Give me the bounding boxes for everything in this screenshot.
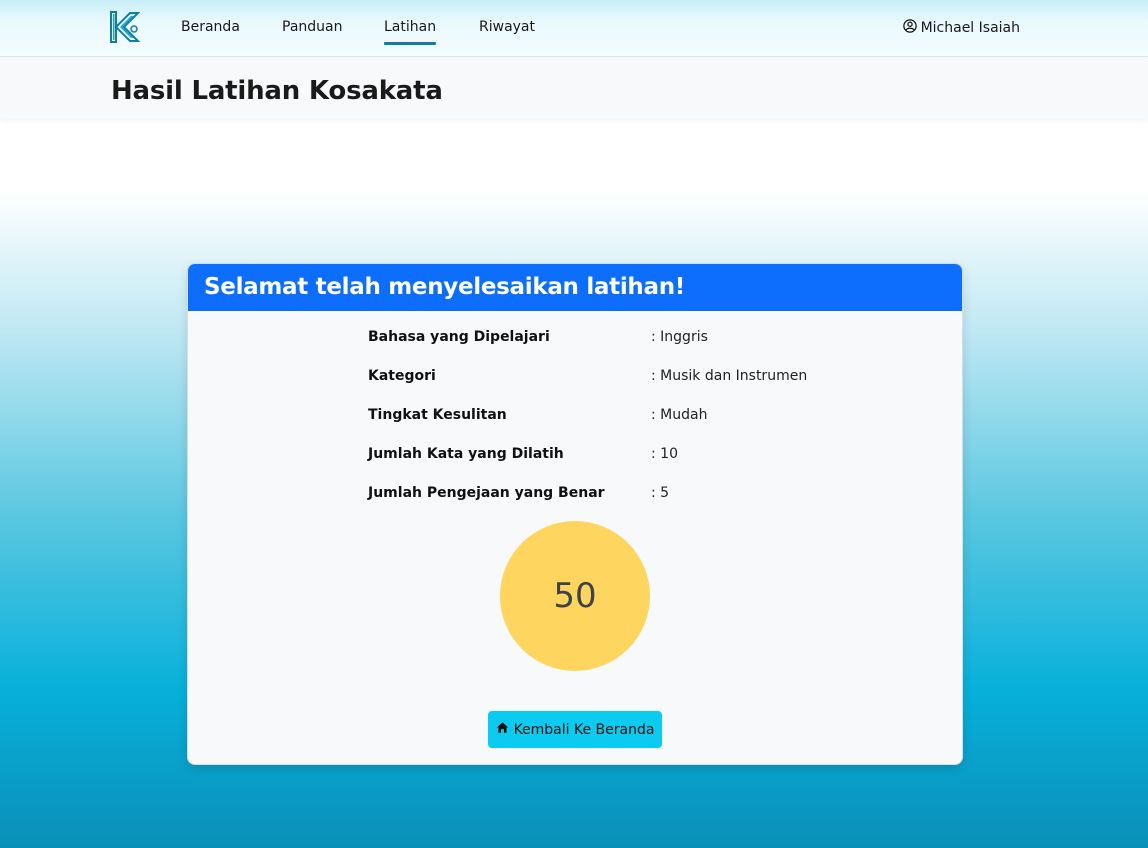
back-to-home-label: Kembali Ke Beranda	[513, 721, 655, 738]
info-value: : 10	[651, 446, 678, 462]
nav-link-latihan[interactable]: Latihan	[384, 19, 437, 45]
info-value: : Musik dan Instrumen	[651, 368, 808, 384]
nav-link-riwayat[interactable]: Riwayat	[479, 19, 535, 36]
navbar: Beranda Panduan Latihan Riwayat Michael …	[0, 0, 1148, 57]
info-label: Jumlah Kata yang Dilatih	[368, 446, 564, 462]
result-card-header: Selamat telah menyelesaikan latihan!	[188, 264, 962, 311]
info-row-bahasa: Bahasa yang Dipelajari : Inggris	[368, 329, 868, 349]
info-row-jumlah-kata: Jumlah Kata yang Dilatih : 10	[368, 446, 868, 466]
info-value: : Mudah	[651, 407, 708, 423]
info-value: : 5	[651, 485, 670, 501]
info-row-kategori: Kategori : Musik dan Instrumen	[368, 368, 868, 388]
user-menu[interactable]: Michael Isaiah	[902, 19, 1020, 38]
score-circle: 50	[500, 521, 650, 671]
home-icon	[496, 721, 509, 738]
user-name: Michael Isaiah	[920, 20, 1020, 36]
info-label: Bahasa yang Dipelajari	[368, 329, 550, 345]
nav-link-beranda[interactable]: Beranda	[181, 19, 240, 36]
user-circle-icon	[902, 19, 917, 38]
k-logo-icon[interactable]	[110, 11, 141, 43]
info-row-jumlah-benar: Jumlah Pengejaan yang Benar : 5	[368, 485, 868, 505]
info-row-tingkat-kesulitan: Tingkat Kesulitan : Mudah	[368, 407, 868, 427]
info-label: Tingkat Kesulitan	[368, 407, 507, 423]
back-to-home-button[interactable]: Kembali Ke Beranda	[488, 711, 662, 748]
nav-link-panduan[interactable]: Panduan	[282, 19, 342, 36]
info-label: Kategori	[368, 368, 436, 384]
page-title: Hasil Latihan Kosakata	[111, 76, 443, 106]
result-card: Selamat telah menyelesaikan latihan! Bah…	[187, 263, 963, 765]
info-value: : Inggris	[651, 329, 708, 345]
info-label: Jumlah Pengejaan yang Benar	[368, 485, 605, 501]
page-header: Hasil Latihan Kosakata	[0, 58, 1148, 119]
